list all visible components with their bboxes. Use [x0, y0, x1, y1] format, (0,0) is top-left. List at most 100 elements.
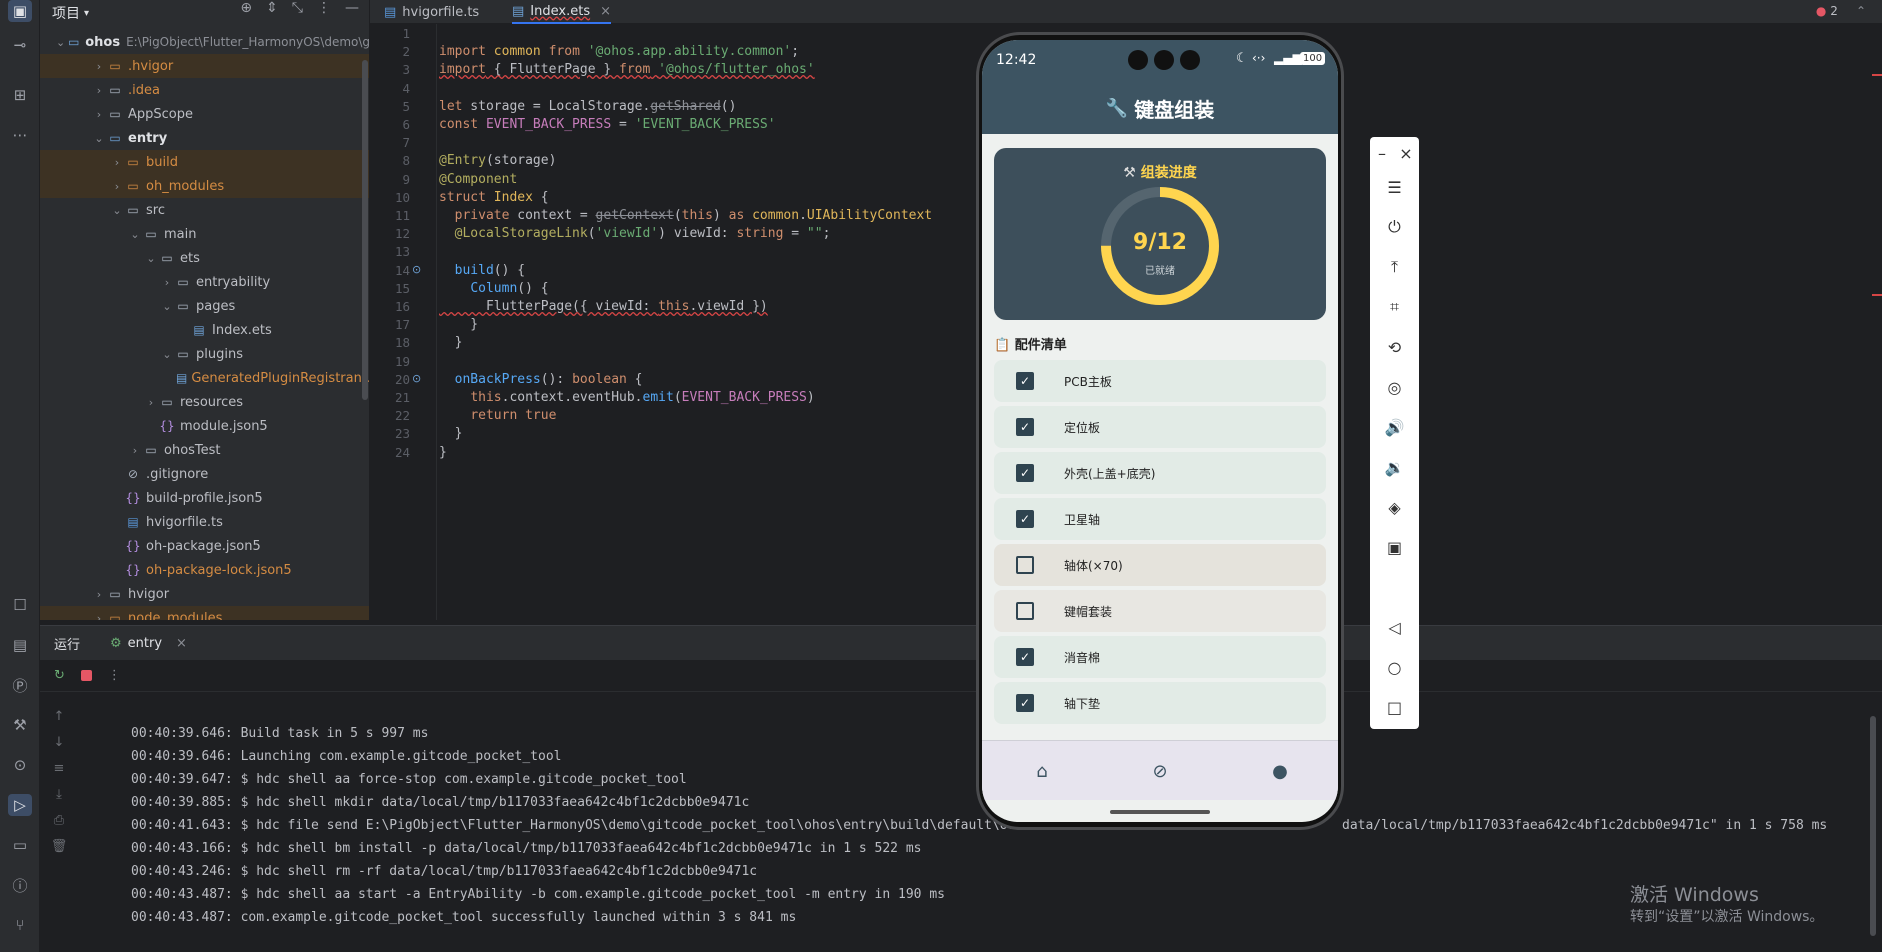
tree-item[interactable]: › ▭ oh_modules	[40, 174, 369, 198]
code-line[interactable]: let storage = LocalStorage.getShared()	[439, 99, 736, 114]
checkbox-checked[interactable]: ✓	[1016, 464, 1034, 482]
more-tools-icon[interactable]: ⋯	[8, 124, 32, 146]
git-icon[interactable]: ⑂	[8, 914, 32, 936]
back-icon[interactable]: ◁	[1370, 613, 1419, 641]
tree-item[interactable]: › ▭ entryability	[40, 270, 369, 294]
tree-item[interactable]: ⌄ ▭ ets	[40, 246, 369, 270]
database-icon[interactable]: ▤	[8, 634, 32, 656]
tree-item[interactable]: › ▭ hvigor	[40, 582, 369, 606]
part-item[interactable]: ✓ 外壳(上盖+底壳)	[994, 452, 1326, 494]
scroll-to-end-icon[interactable]: ⤓	[48, 782, 70, 808]
close-icon[interactable]: ×	[600, 4, 611, 19]
chevron-right-icon[interactable]: ›	[110, 180, 124, 193]
code-line[interactable]: build() {	[439, 263, 525, 278]
part-item[interactable]: ✓ 定位板	[994, 406, 1326, 448]
arrow-down-icon[interactable]: ↓	[48, 730, 70, 756]
tree-item[interactable]: ⌄ ▭ pages	[40, 294, 369, 318]
chevron-down-icon[interactable]: ⌄	[128, 228, 142, 241]
rotate-device-icon[interactable]: ◈	[1370, 493, 1419, 521]
code-line[interactable]: @Entry(storage)	[439, 153, 556, 168]
tree-item[interactable]: {} module.json5	[40, 414, 369, 438]
code-line[interactable]: @Component	[439, 172, 517, 187]
tree-item[interactable]: › ▭ AppScope	[40, 102, 369, 126]
close-icon[interactable]: ×	[1394, 139, 1418, 167]
checkbox-checked[interactable]: ✓	[1016, 694, 1034, 712]
error-stripe[interactable]	[1872, 294, 1882, 296]
code-line[interactable]: private context = getContext(this) as co…	[439, 208, 932, 223]
code-line[interactable]: this.context.eventHub.emit(EVENT_BACK_PR…	[439, 390, 814, 405]
tree-item[interactable]: ▤ Index.ets	[40, 318, 369, 342]
tree-item[interactable]: {} oh-package-lock.json5	[40, 558, 369, 582]
code-line[interactable]: const EVENT_BACK_PRESS = 'EVENT_BACK_PRE…	[439, 117, 776, 132]
chevron-right-icon[interactable]: ›	[92, 60, 106, 73]
tree-item[interactable]: › ▭ ohosTest	[40, 438, 369, 462]
minimize-icon[interactable]: –	[1370, 139, 1394, 167]
part-item[interactable]: 键帽套装	[994, 590, 1326, 632]
code-line[interactable]: }	[439, 335, 463, 350]
chevron-right-icon[interactable]: ›	[144, 396, 158, 409]
soft-wrap-icon[interactable]: ≡	[48, 756, 70, 782]
location-icon[interactable]: ◎	[1370, 373, 1419, 401]
commit-icon[interactable]: ⊸	[8, 34, 32, 56]
rotate-icon[interactable]: ⟲	[1370, 333, 1419, 361]
chevron-up-icon[interactable]: ⌃	[1856, 4, 1866, 18]
chevron-down-icon[interactable]: ⌄	[160, 300, 174, 313]
code-line[interactable]: Column() {	[439, 281, 548, 296]
terminal-icon[interactable]: ▭	[8, 834, 32, 856]
problems-indicator[interactable]: ● 2 ⌃	[1816, 4, 1866, 18]
close-icon[interactable]: ×	[176, 636, 187, 651]
top-icon[interactable]: ⤒	[1370, 253, 1419, 281]
tree-item[interactable]: › ▭ .hvigor	[40, 54, 369, 78]
error-stripe[interactable]	[1872, 74, 1882, 76]
chevron-right-icon[interactable]: ›	[128, 444, 142, 457]
chevron-down-icon[interactable]: ⌄	[144, 252, 158, 265]
recents-icon[interactable]: □	[1370, 693, 1419, 721]
part-item[interactable]: ✓ 轴下垫	[994, 682, 1326, 724]
arrow-up-icon[interactable]: ↑	[48, 704, 70, 730]
part-item[interactable]: 轴体(×70)	[994, 544, 1326, 586]
chevron-right-icon[interactable]: ›	[160, 276, 174, 289]
person-icon[interactable]: ●	[1268, 759, 1292, 783]
tree-item[interactable]: ⊘ .gitignore	[40, 462, 369, 486]
tab-entry[interactable]: entry	[128, 636, 162, 651]
code-line[interactable]: import { FlutterPage } from '@ohos/flutt…	[439, 62, 815, 77]
code-line[interactable]: onBackPress(): boolean {	[439, 372, 643, 387]
tree-item[interactable]: ▤ hvigorfile.ts	[40, 510, 369, 534]
screenshot-icon[interactable]: ▣	[1370, 533, 1419, 561]
tree-item[interactable]: ▤ GeneratedPluginRegistrant.e	[40, 366, 369, 390]
tab-hvigorfile[interactable]: ▤ hvigorfile.ts	[384, 0, 479, 24]
tree-item[interactable]: ⌄ ▭ entry	[40, 126, 369, 150]
chevron-down-icon[interactable]: ⌄	[92, 132, 106, 145]
volume-down-icon[interactable]: 🔉	[1370, 453, 1419, 481]
part-item[interactable]: ✓ 卫星轴	[994, 498, 1326, 540]
more-options-icon[interactable]: ⋮	[108, 668, 121, 683]
override-gutter-icon[interactable]: ⊙	[412, 263, 421, 276]
code-line[interactable]: return true	[439, 408, 556, 423]
home-button-icon[interactable]: ○	[1370, 653, 1419, 681]
profiler-icon[interactable]: Ⓟ	[8, 674, 32, 696]
stop-icon[interactable]	[80, 670, 92, 681]
tree-item[interactable]: ⌄ ▭ src	[40, 198, 369, 222]
tree-item[interactable]: {} build-profile.json5	[40, 486, 369, 510]
override-gutter-icon[interactable]: ⊙	[412, 372, 421, 385]
project-tool-icon[interactable]: ▣	[8, 0, 32, 22]
tree-item[interactable]: {} oh-package.json5	[40, 534, 369, 558]
tree-item[interactable]: ⌄ ▭ main	[40, 222, 369, 246]
chevron-right-icon[interactable]: ›	[92, 108, 106, 121]
tree-item[interactable]: › ▭ node_modules	[40, 606, 369, 621]
chevron-down-icon[interactable]: ⌄	[110, 204, 124, 217]
power-icon[interactable]: ⏻	[1370, 213, 1419, 241]
tree-item[interactable]: ⌄ ▭ plugins	[40, 342, 369, 366]
build-icon[interactable]: ⚒	[8, 714, 32, 736]
menu-icon[interactable]: ☰	[1370, 173, 1419, 201]
checkbox-checked[interactable]: ✓	[1016, 510, 1034, 528]
code-line[interactable]: }	[439, 445, 447, 460]
code-line[interactable]: }	[439, 317, 478, 332]
volume-up-icon[interactable]: 🔊	[1370, 413, 1419, 441]
code-line[interactable]: struct Index {	[439, 190, 549, 205]
checkbox-checked[interactable]: ✓	[1016, 372, 1034, 390]
code-line[interactable]: @LocalStorageLink('viewId') viewId: stri…	[439, 226, 831, 241]
trash-icon[interactable]: 🗑	[48, 834, 70, 860]
chevron-right-icon[interactable]: ›	[92, 612, 106, 621]
code-line[interactable]: }	[439, 426, 463, 441]
